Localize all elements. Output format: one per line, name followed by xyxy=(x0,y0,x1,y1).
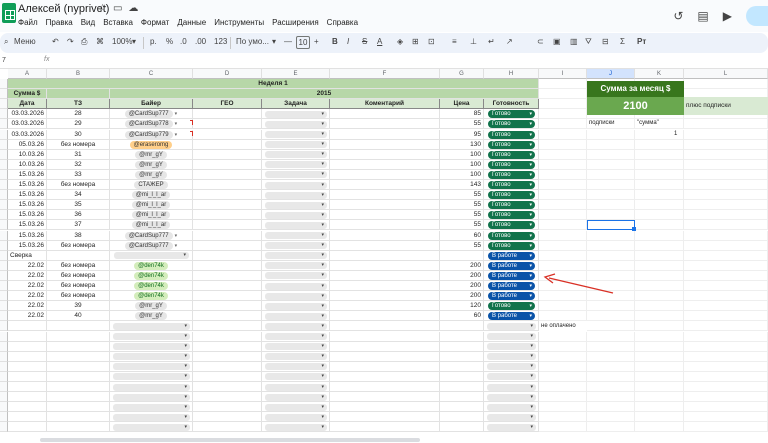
name-box[interactable]: 7 xyxy=(2,57,6,64)
zoom-select[interactable]: 100% xyxy=(112,37,132,46)
chevron-down-icon: ▾ xyxy=(132,37,137,46)
meet-icon[interactable]: ▶ xyxy=(723,9,732,23)
text-color-icon[interactable]: A xyxy=(377,37,382,46)
top-right-controls: ↺ ▤ ▶ xyxy=(673,6,768,26)
spreadsheet-grid[interactable]: ABCDEFGHIJKLMНеделя 1Сумма $2015ДатаТЗБа… xyxy=(0,69,768,443)
menu-item[interactable]: Формат xyxy=(141,18,169,27)
comment-icon[interactable]: ▣ xyxy=(553,37,561,46)
borders-icon[interactable]: ⊞ xyxy=(412,37,419,46)
chevron-down-icon: ▾ xyxy=(272,37,277,46)
fill-color-icon[interactable]: ◈ xyxy=(397,37,403,46)
document-title[interactable]: Алексей (nyprivet) xyxy=(18,3,109,15)
print-icon[interactable]: ⎙ xyxy=(81,37,87,47)
menu-item[interactable]: Файл xyxy=(18,18,38,27)
history-icon[interactable]: ↺ xyxy=(673,9,683,23)
title-bar: Алексей (nyprivet) ☆ ▭ ☁ Файл Правка Вид Вс… xyxy=(0,0,768,32)
paint-format-icon[interactable]: ⌘ xyxy=(96,37,104,46)
strikethrough-icon[interactable]: S xyxy=(362,37,367,46)
filter-icon[interactable]: ⛛ xyxy=(585,37,592,47)
text-wrap-icon[interactable]: ↵ xyxy=(488,37,495,46)
chart-icon[interactable]: ▥ xyxy=(570,37,578,46)
comments-icon[interactable]: ▤ xyxy=(697,9,708,23)
bold-icon[interactable]: B xyxy=(332,37,338,46)
link-icon[interactable]: ⊂ xyxy=(537,37,544,46)
menu-item[interactable]: Правка xyxy=(46,18,73,27)
percent-format-button[interactable]: % xyxy=(166,37,173,46)
italic-icon[interactable]: I xyxy=(347,37,349,46)
number-format-button[interactable]: 123 xyxy=(214,37,227,46)
divider xyxy=(230,37,231,49)
font-size-increase[interactable]: + xyxy=(314,37,319,46)
menu-bar: Файл Правка Вид Вставка Формат Данные Инструме… xyxy=(18,18,358,27)
move-folder-icon[interactable]: ▭ xyxy=(113,3,122,14)
functions-icon[interactable]: Σ xyxy=(620,37,625,46)
menu-item[interactable]: Данные xyxy=(177,18,206,27)
share-button[interactable] xyxy=(746,6,768,26)
text-rotation-icon[interactable]: ↗ xyxy=(506,37,513,46)
increase-decimals-button[interactable]: .00 xyxy=(195,37,206,46)
menu-item[interactable]: Расширения xyxy=(272,18,319,27)
title-icons: ☆ ▭ ☁ xyxy=(98,3,138,14)
font-size-input[interactable]: 10 xyxy=(296,36,310,49)
filter-views-icon[interactable]: ⊟ xyxy=(602,37,609,46)
redo-icon[interactable]: ↷ xyxy=(67,37,74,46)
arrow-line xyxy=(548,277,614,294)
menu-search[interactable]: Меню xyxy=(14,37,36,46)
input-tools-icon[interactable]: Pт xyxy=(637,37,646,46)
font-size-decrease[interactable]: — xyxy=(284,37,292,46)
formula-bar: 7 fx xyxy=(0,55,768,69)
menu-item[interactable]: Справка xyxy=(327,18,358,27)
align-vertical-icon[interactable]: ⊥ xyxy=(470,37,477,46)
menu-item[interactable]: Вид xyxy=(81,18,95,27)
menu-item[interactable]: Инструменты xyxy=(214,18,264,27)
font-select[interactable]: По умо... xyxy=(236,37,269,46)
merge-cells-icon[interactable]: ⊡ xyxy=(428,37,435,46)
search-icon[interactable]: ⌕ xyxy=(4,37,8,47)
toolbar: ⌕ Меню ↶ ↷ ⎙ ⌘ 100% ▾ р. % .0 .00 123 По… xyxy=(0,33,768,53)
sheets-logo-icon[interactable] xyxy=(2,3,16,23)
currency-format-button[interactable]: р. xyxy=(150,37,157,46)
star-icon[interactable]: ☆ xyxy=(98,3,107,14)
cloud-status-icon[interactable]: ☁ xyxy=(128,3,138,14)
menu-item[interactable]: Вставка xyxy=(103,18,133,27)
decrease-decimals-button[interactable]: .0 xyxy=(180,37,187,46)
annotation-arrow xyxy=(543,273,614,294)
divider xyxy=(143,37,144,49)
align-horizontal-icon[interactable]: ≡ xyxy=(452,37,457,46)
fx-icon: fx xyxy=(44,56,50,63)
undo-icon[interactable]: ↶ xyxy=(52,37,59,46)
